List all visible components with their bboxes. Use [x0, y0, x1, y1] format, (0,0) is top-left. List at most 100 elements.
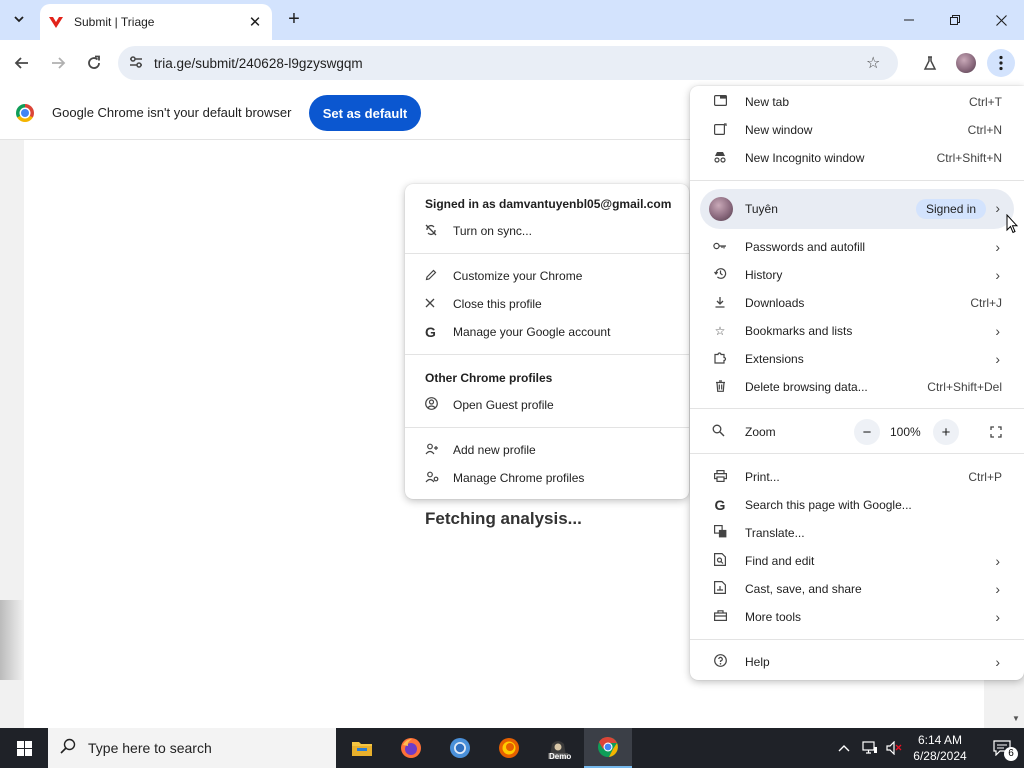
- turn-on-sync-item[interactable]: Turn on sync...: [425, 221, 532, 241]
- site-info-icon[interactable]: [118, 54, 154, 73]
- volume-muted-icon[interactable]: [886, 728, 902, 768]
- menu-item-translate[interactable]: Translate...: [690, 520, 1024, 546]
- demo-app-taskbar-icon[interactable]: Demo: [534, 728, 582, 768]
- tab-close-icon[interactable]: ✕: [246, 13, 264, 31]
- incognito-icon: [712, 151, 728, 166]
- chevron-right-icon: ›: [995, 351, 1000, 367]
- divider: [405, 427, 689, 428]
- toolbox-icon: [712, 610, 728, 624]
- close-icon: [425, 297, 453, 311]
- google-g-icon: G: [714, 497, 726, 513]
- page-edge-shadow: [0, 600, 24, 680]
- start-button[interactable]: [0, 728, 48, 768]
- signed-in-as-label: Signed in as damvantuyenbl05@gmail.com: [425, 197, 672, 211]
- google-g-icon: G: [425, 324, 436, 340]
- menu-item-search-with-google[interactable]: G Search this page with Google...: [690, 492, 1024, 518]
- reload-button[interactable]: [80, 49, 108, 77]
- firefox-taskbar-icon[interactable]: [387, 728, 435, 768]
- taskbar-search-box[interactable]: Type here to search: [48, 728, 336, 768]
- divider: [690, 408, 1024, 409]
- sync-off-icon: [425, 224, 453, 239]
- menu-item-downloads[interactable]: Downloads Ctrl+J: [690, 290, 1024, 316]
- close-profile-item[interactable]: Close this profile: [425, 294, 542, 314]
- menu-item-find-edit[interactable]: Find and edit ›: [690, 548, 1024, 574]
- menu-item-help[interactable]: Help ›: [690, 649, 1024, 675]
- menu-item-history[interactable]: History ›: [690, 262, 1024, 288]
- menu-item-extensions[interactable]: Extensions ›: [690, 346, 1024, 372]
- profile-name: Tuyên: [745, 202, 778, 216]
- manage-chrome-profiles-item[interactable]: Manage Chrome profiles: [425, 468, 584, 488]
- menu-item-print[interactable]: Print... Ctrl+P: [690, 464, 1024, 490]
- chrome-taskbar-icon[interactable]: [584, 728, 632, 768]
- address-bar[interactable]: tria.ge/submit/240628-l9gzyswgqm: [118, 46, 898, 80]
- manage-google-account-label: Manage your Google account: [453, 325, 611, 339]
- history-icon: [712, 267, 728, 283]
- close-window-button[interactable]: [978, 0, 1024, 40]
- triage-favicon-icon: [48, 14, 64, 30]
- menu-item-new-incognito-window[interactable]: New Incognito window Ctrl+Shift+N: [690, 145, 1024, 171]
- profile-avatar-button[interactable]: [952, 49, 980, 77]
- menu-item-new-tab[interactable]: New tab Ctrl+T: [690, 89, 1024, 115]
- arrow-left-icon: [14, 57, 28, 69]
- infobar-message: Google Chrome isn't your default browser: [52, 105, 292, 120]
- menu-item-bookmarks-lists[interactable]: ☆ Bookmarks and lists ›: [690, 318, 1024, 344]
- file-explorer-taskbar-icon[interactable]: [338, 728, 386, 768]
- zoom-magnifier-icon: [712, 424, 725, 440]
- system-clock[interactable]: 6:14 AM 6/28/2024: [908, 732, 972, 764]
- reload-icon: [88, 55, 100, 69]
- menu-item-profile[interactable]: Tuyên Signed in ›: [700, 189, 1014, 229]
- arrow-right-icon: [52, 57, 66, 69]
- new-tab-button[interactable]: +: [282, 8, 306, 32]
- active-tab[interactable]: Submit | Triage ✕: [40, 4, 272, 40]
- zoom-out-button[interactable]: −: [854, 419, 880, 445]
- menu-item-cast-save-share[interactable]: Cast, save, and share ›: [690, 576, 1024, 602]
- manage-chrome-profiles-label: Manage Chrome profiles: [453, 471, 585, 485]
- menu-item-more-tools[interactable]: More tools ›: [690, 604, 1024, 630]
- menu-item-new-window[interactable]: New window Ctrl+N: [690, 117, 1024, 143]
- menu-item-delete-browsing-data[interactable]: Delete browsing data... Ctrl+Shift+Del: [690, 374, 1024, 400]
- minimize-button[interactable]: [886, 0, 932, 40]
- back-button[interactable]: [8, 49, 36, 77]
- avatar: [709, 197, 733, 221]
- bookmark-star-icon[interactable]: ☆: [866, 53, 880, 73]
- tab-search-button[interactable]: [6, 8, 32, 32]
- find-page-icon: [712, 553, 728, 569]
- customize-chrome-item[interactable]: Customize your Chrome: [425, 266, 582, 286]
- forward-button[interactable]: [44, 49, 72, 77]
- set-as-default-button[interactable]: Set as default: [309, 95, 421, 131]
- network-icon[interactable]: [862, 728, 878, 768]
- clock-time: 6:14 AM: [917, 733, 963, 747]
- chevron-right-icon: ›: [995, 609, 1000, 625]
- chrome-menu-button[interactable]: [987, 49, 1015, 77]
- fetching-status: Fetching analysis...: [425, 509, 582, 528]
- add-new-profile-item[interactable]: Add new profile: [425, 440, 536, 460]
- star-icon: ☆: [714, 324, 726, 338]
- zoom-label: Zoom: [745, 425, 776, 439]
- notification-center-button[interactable]: 6: [982, 728, 1022, 768]
- show-hidden-icons-chevron-icon[interactable]: [838, 728, 850, 768]
- divider: [690, 453, 1024, 454]
- new-window-icon: [712, 122, 728, 138]
- fullscreen-icon[interactable]: [982, 419, 1010, 445]
- chevron-right-icon: ›: [995, 239, 1000, 255]
- title-bar: Submit | Triage ✕ +: [0, 0, 1024, 40]
- windows-logo-icon: [16, 740, 32, 756]
- printer-icon: [712, 469, 728, 485]
- manage-google-account-item[interactable]: G Manage your Google account: [425, 322, 610, 342]
- clock-date: 6/28/2024: [913, 749, 967, 763]
- customize-chrome-label: Customize your Chrome: [453, 269, 583, 283]
- chevron-right-icon: ›: [995, 553, 1000, 569]
- chromium-taskbar-icon[interactable]: [436, 728, 484, 768]
- mouse-cursor-icon: [1006, 214, 1018, 234]
- zoom-in-button[interactable]: +: [933, 419, 959, 445]
- labs-flask-icon[interactable]: [916, 49, 944, 77]
- firefox-alt-taskbar-icon[interactable]: [485, 728, 533, 768]
- menu-item-passwords-autofill[interactable]: Passwords and autofill ›: [690, 234, 1024, 260]
- menu-item-zoom: Zoom − 100% +: [690, 419, 1024, 445]
- restore-button[interactable]: [932, 0, 978, 40]
- divider: [405, 354, 689, 355]
- scrollbar-down-arrow-icon[interactable]: ▼: [1012, 714, 1020, 723]
- url-text[interactable]: tria.ge/submit/240628-l9gzyswgqm: [154, 56, 363, 71]
- key-icon: [712, 240, 728, 254]
- open-guest-profile-item[interactable]: Open Guest profile: [425, 395, 554, 415]
